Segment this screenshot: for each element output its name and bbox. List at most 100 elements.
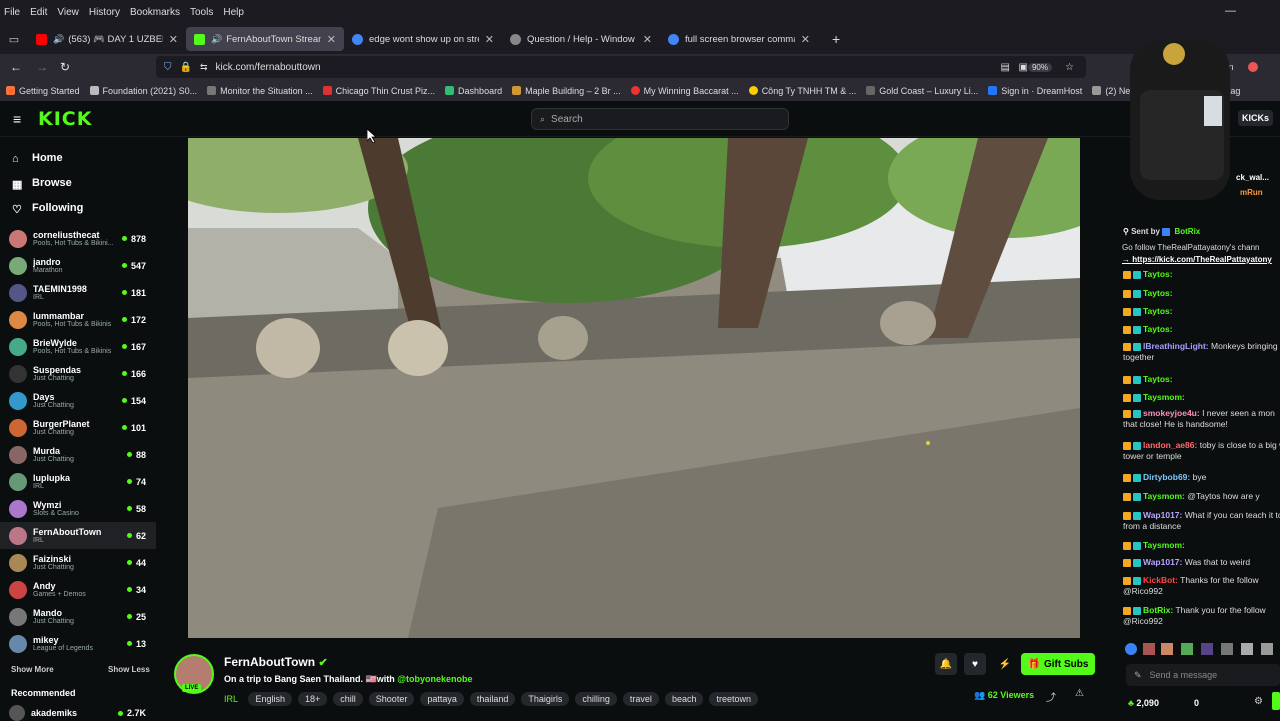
sidebar-channel-lummambar[interactable]: lummambar Pools, Hot Tubs & Bikinis 172 — [0, 306, 156, 333]
chat-username[interactable]: Wap1017: — [1143, 557, 1182, 567]
menu-tools[interactable]: Tools — [190, 7, 213, 18]
notification-bell-button[interactable]: 🔔 — [935, 653, 957, 675]
tag-5[interactable]: thailand — [469, 692, 516, 706]
tag-7[interactable]: chilling — [575, 692, 617, 706]
new-tab-icon[interactable]: + — [832, 31, 840, 47]
speaker-icon[interactable]: 🔊 — [211, 34, 222, 45]
url-text[interactable]: kick.com/fernabouttown — [216, 62, 321, 73]
sidebar-channel-corneliusthecat[interactable]: corneliusthecat Pools, Hot Tubs & Bikini.… — [0, 225, 156, 252]
nav-home[interactable]: ⌂ Home — [0, 145, 156, 170]
minimize-icon[interactable]: — — [1225, 5, 1236, 17]
chat-input[interactable]: ✎ Send a message — [1126, 664, 1280, 686]
gift-subs-button[interactable]: 🎁 Gift Subs — [1021, 653, 1095, 675]
bookmark-item[interactable]: Monitor the Situation ... — [207, 86, 313, 96]
permissions-icon[interactable]: ⇆ — [200, 62, 208, 73]
chat-username[interactable]: lBreathingLight: — [1143, 341, 1209, 351]
chat-username[interactable]: Dirtybob69: — [1143, 472, 1190, 482]
chat-username[interactable]: Taysmom: — [1143, 540, 1185, 550]
show-less-button[interactable]: Show Less — [108, 665, 150, 674]
bookmark-item[interactable]: Sign in · DreamHost — [988, 86, 1082, 96]
bookmark-item[interactable]: Gold Coast – Luxury Li... — [866, 86, 978, 96]
streamer-name[interactable]: FernAboutTown ✔ — [224, 655, 328, 669]
chat-username[interactable]: BotRix: — [1143, 605, 1173, 615]
share-icon[interactable]: ⤴ — [1046, 689, 1056, 704]
chat-username[interactable]: smokeyjoe4u: — [1143, 408, 1200, 418]
settings-gear-icon[interactable]: ⚙ — [1254, 696, 1263, 707]
chat-username[interactable]: KickBot: — [1143, 575, 1178, 585]
kick-logo[interactable]: KICK — [38, 108, 92, 130]
menu-bookmarks[interactable]: Bookmarks — [130, 7, 180, 18]
sidebar-channel-briewylde[interactable]: BrieWylde Pools, Hot Tubs & Bikinis 167 — [0, 333, 156, 360]
sidebar-channel-burgerplanet[interactable]: BurgerPlanet Just Chatting 101 — [0, 414, 156, 441]
pocket-icon[interactable]: ▣ — [1019, 62, 1028, 73]
sidebar-channel-suspendas[interactable]: Suspendas Just Chatting 166 — [0, 360, 156, 387]
tag-4[interactable]: pattaya — [420, 692, 464, 706]
back-icon[interactable]: ← — [10, 60, 22, 74]
chat-username[interactable]: Taytos: — [1143, 269, 1173, 279]
bookmark-item[interactable]: Chicago Thin Crust Piz... — [322, 86, 435, 96]
close-tab-icon[interactable]: ✕ — [327, 33, 336, 46]
menu-view[interactable]: View — [57, 7, 79, 18]
sidebar-channel-faizinski[interactable]: Faizinski Just Chatting 44 — [0, 549, 156, 576]
chat-username[interactable]: Taytos: — [1143, 288, 1173, 298]
tag-0[interactable]: English — [248, 692, 292, 706]
close-tab-icon[interactable]: ✕ — [169, 33, 178, 46]
chat-top-username-2[interactable]: mRun — [1240, 188, 1263, 197]
bookmark-item[interactable]: Foundation (2021) S0... — [89, 86, 197, 96]
menu-edit[interactable]: Edit — [30, 7, 47, 18]
sidebar-channel-andy[interactable]: Andy Games + Demos 34 — [0, 576, 156, 603]
channel-points[interactable]: ♣ 2,090 — [1128, 698, 1159, 708]
sidebar-channel-jandro[interactable]: jandro Marathon 547 — [0, 252, 156, 279]
chat-username[interactable]: Taytos: — [1143, 374, 1173, 384]
follow-button[interactable]: ♥ — [964, 653, 986, 675]
tab-youtube[interactable]: 🔊(563) 🎮 DAY 1 UZBEKISTAN✕ — [28, 27, 186, 51]
sidebar-channel-days[interactable]: Days Just Chatting 154 — [0, 387, 156, 414]
zoom-level[interactable]: 90% — [1027, 62, 1052, 72]
chat-username[interactable]: Wap1017: — [1143, 510, 1182, 520]
tag-10[interactable]: treetown — [709, 692, 758, 706]
tag-3[interactable]: Shooter — [368, 692, 415, 706]
tag-6[interactable]: Thaigirls — [521, 692, 570, 706]
sidebar-channel-mikey[interactable]: mikey League of Legends 13 — [0, 630, 156, 657]
tab-list-icon[interactable]: ▭ — [0, 33, 28, 46]
close-tab-icon[interactable]: ✕ — [485, 33, 494, 46]
send-chat-button[interactable] — [1272, 692, 1280, 710]
mention-link[interactable]: @tobyonekenobe — [397, 674, 472, 684]
bookmark-star-icon[interactable]: ☆ — [1065, 62, 1074, 73]
hamburger-menu-icon[interactable]: ≡ — [13, 111, 21, 127]
sidebar-channel-wymzi[interactable]: Wymzi Slots & Casino 58 — [0, 495, 156, 522]
tab-obs-question[interactable]: Question / Help - Window capt✕ — [502, 27, 660, 51]
speaker-icon[interactable]: 🔊 — [53, 34, 64, 45]
nav-following[interactable]: ♡ Following — [0, 195, 156, 220]
sidebar-channel-taemin1998[interactable]: TAEMIN1998 IRL 181 — [0, 279, 156, 306]
sidebar-channel-mando[interactable]: Mando Just Chatting 25 — [0, 603, 156, 630]
close-tab-icon[interactable]: ✕ — [801, 33, 810, 46]
forward-icon[interactable]: → — [36, 60, 48, 74]
reload-icon[interactable]: ↻ — [60, 60, 70, 74]
bookmark-item[interactable]: My Winning Baccarat ... — [630, 86, 739, 96]
tag-2[interactable]: chill — [333, 692, 363, 706]
bookmark-item[interactable]: Công Ty TNHH TM & ... — [748, 86, 856, 96]
tag-8[interactable]: travel — [622, 692, 659, 706]
close-tab-icon[interactable]: ✕ — [643, 33, 652, 46]
chat-username[interactable]: landon_ae86: — [1143, 440, 1197, 450]
video-player[interactable] — [188, 138, 1080, 638]
sidebar-channel-murda[interactable]: Murda Just Chatting 88 — [0, 441, 156, 468]
menu-history[interactable]: History — [89, 7, 120, 18]
menu-file[interactable]: File — [4, 7, 20, 18]
tab-google-edge[interactable]: edge wont show up on streamla✕ — [344, 27, 502, 51]
kicks-gift-button[interactable]: ⚡ — [994, 653, 1016, 675]
tag-1[interactable]: 18+ — [298, 692, 328, 706]
menu-help[interactable]: Help — [223, 7, 244, 18]
sidebar-channel-luplupka[interactable]: luplupka IRL 74 — [0, 468, 156, 495]
chat-username[interactable]: Taysmom: — [1143, 491, 1185, 501]
show-more-button[interactable]: Show More — [11, 665, 54, 674]
url-field[interactable]: ⛉ 🔒 ⇆ kick.com/fernabouttown ▤ ▣ 90% ☆ — [156, 56, 1086, 78]
bookmark-item[interactable]: Dashboard — [445, 86, 502, 96]
bookmark-item[interactable]: Maple Building – 2 Br ... — [512, 86, 621, 96]
search-input[interactable]: ⌕ Search — [531, 108, 789, 130]
tag-9[interactable]: beach — [664, 692, 704, 706]
recommended-channel[interactable]: akademiks 2.7K — [0, 705, 156, 721]
nav-browse[interactable]: ▦ Browse — [0, 170, 156, 195]
chat-username[interactable]: Taytos: — [1143, 306, 1173, 316]
